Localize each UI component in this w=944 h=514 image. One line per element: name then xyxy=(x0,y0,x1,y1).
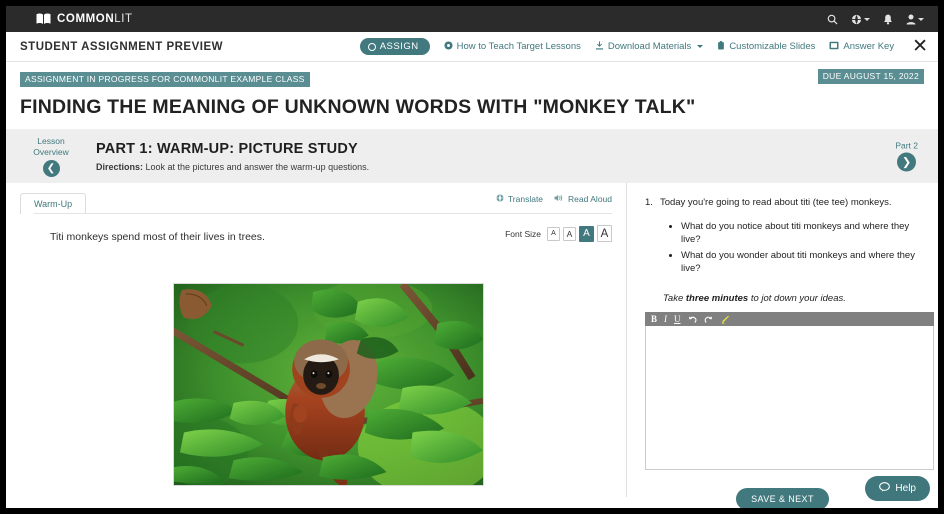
list-item: What do you wonder about titi monkeys an… xyxy=(681,249,924,275)
language-globe-icon[interactable] xyxy=(851,14,870,25)
tab-underline xyxy=(34,213,612,214)
list-item: What do you notice about titi monkeys an… xyxy=(681,220,924,246)
titi-monkey-photo xyxy=(173,283,484,486)
info-circle-icon xyxy=(444,40,453,53)
chevron-right-icon[interactable]: ❯ xyxy=(897,152,917,172)
global-header: COMMONLIT xyxy=(6,6,938,32)
lesson-overview-label-line2: Overview xyxy=(33,146,69,157)
part-directions: Directions: Look at the pictures and ans… xyxy=(96,162,369,172)
read-aloud-label: Read Aloud xyxy=(568,194,612,204)
underline-icon[interactable]: U xyxy=(674,314,681,324)
question-number: 1. xyxy=(645,197,653,208)
help-label: Help xyxy=(895,483,916,494)
note-prefix: Take xyxy=(663,293,686,304)
preview-title: STUDENT ASSIGNMENT PREVIEW xyxy=(20,40,223,53)
font-size-option-2[interactable]: A xyxy=(563,226,576,241)
reading-tools: Translate Read Aloud xyxy=(496,194,612,204)
page-title: FINDING THE MEANING OF UNKNOWN WORDS WIT… xyxy=(20,96,696,118)
answer-key-link[interactable]: Answer Key xyxy=(829,41,894,53)
font-size-control: Font Size A A A A xyxy=(505,225,612,242)
directions-text: Look at the pictures and answer the warm… xyxy=(143,161,370,172)
status-badge: ASSIGNMENT IN PROGRESS FOR COMMONLIT EXA… xyxy=(20,72,310,87)
answer-textarea[interactable] xyxy=(645,326,934,470)
app-window: COMMONLIT STUDENT ASSIGNMENT PREVIEW ASS… xyxy=(6,6,938,508)
highlighter-icon[interactable] xyxy=(720,315,730,324)
clipboard-icon xyxy=(717,40,725,53)
translate-button[interactable]: Translate xyxy=(496,194,543,204)
notifications-bell-icon[interactable] xyxy=(883,14,893,25)
answer-editor: B I U xyxy=(645,312,934,470)
italic-icon[interactable]: I xyxy=(664,314,667,324)
font-size-option-1[interactable]: A xyxy=(547,226,560,241)
chevron-down-icon xyxy=(918,17,924,21)
question-1: 1. Today you're going to read about titi… xyxy=(645,197,924,208)
assign-button-label: ASSIGN xyxy=(379,41,419,52)
question-bullet-list: What do you notice about titi monkeys an… xyxy=(681,220,924,275)
brand-light: LIT xyxy=(114,13,133,25)
lesson-body: Warm-Up Translate Read Aloud Font Size A… xyxy=(6,183,938,508)
download-icon xyxy=(595,40,604,53)
globe-icon xyxy=(496,194,504,204)
part-info: PART 1: WARM-UP: PICTURE STUDY Direction… xyxy=(96,141,369,172)
undo-icon[interactable] xyxy=(688,315,697,324)
customizable-slides-link[interactable]: Customizable Slides xyxy=(717,40,816,53)
question-text: Today you're going to read about titi (t… xyxy=(659,197,892,208)
note-suffix: to jot down your ideas. xyxy=(748,293,846,304)
lesson-overview-label-line1: Lesson xyxy=(37,135,65,146)
assign-dot-icon xyxy=(367,42,376,51)
preview-toolbar: STUDENT ASSIGNMENT PREVIEW ASSIGN How to… xyxy=(6,32,938,62)
assignment-header: ASSIGNMENT IN PROGRESS FOR COMMONLIT EXA… xyxy=(6,62,938,129)
question-pane: 1. Today you're going to read about titi… xyxy=(627,183,938,508)
translate-label: Translate xyxy=(507,194,544,204)
editor-toolbar: B I U xyxy=(645,312,934,326)
chat-bubble-icon xyxy=(879,482,891,495)
directions-label: Directions: xyxy=(96,161,144,172)
book-icon xyxy=(829,41,839,53)
next-part-label: Part 2 xyxy=(895,140,918,151)
due-date-badge: DUE AUGUST 15, 2022 xyxy=(817,69,924,84)
chevron-down-icon xyxy=(864,17,870,21)
close-preview-button[interactable]: ✕ xyxy=(912,37,928,56)
brand-name: COMMONLIT xyxy=(57,13,133,25)
book-logo-icon xyxy=(36,13,51,25)
answer-key-label: Answer Key xyxy=(843,41,895,52)
time-instruction: Take three minutes to jot down your idea… xyxy=(663,293,924,304)
font-size-option-4[interactable]: A xyxy=(597,225,612,242)
global-header-icons xyxy=(827,6,924,32)
brand-bold: COMMON xyxy=(57,13,115,25)
download-materials-label: Download Materials xyxy=(607,41,692,52)
read-aloud-button[interactable]: Read Aloud xyxy=(554,194,612,204)
font-size-label: Font Size xyxy=(505,228,541,239)
chevron-down-icon xyxy=(697,45,704,48)
part-title: PART 1: WARM-UP: PICTURE STUDY xyxy=(96,140,358,157)
lesson-overview-button[interactable]: Lesson Overview ❮ xyxy=(20,136,82,177)
assign-button[interactable]: ASSIGN xyxy=(359,38,430,55)
speaker-icon xyxy=(554,194,564,204)
how-to-teach-link[interactable]: How to Teach Target Lessons xyxy=(444,40,581,53)
search-icon[interactable] xyxy=(827,14,838,25)
help-widget-button[interactable]: Help xyxy=(865,476,930,501)
redo-icon[interactable] xyxy=(704,315,713,324)
user-account-icon[interactable] xyxy=(906,14,924,25)
save-and-next-button[interactable]: SAVE & NEXT xyxy=(736,488,829,508)
note-bold: three minutes xyxy=(685,293,749,304)
how-to-teach-label: How to Teach Target Lessons xyxy=(456,41,581,52)
chevron-left-icon[interactable]: ❮ xyxy=(42,159,60,177)
passage-text: Titi monkeys spend most of their lives i… xyxy=(50,231,265,243)
preview-toolbar-actions: ASSIGN How to Teach Target Lessons Downl… xyxy=(359,37,928,56)
question-block: 1. Today you're going to read about titi… xyxy=(627,183,938,304)
font-size-option-3[interactable]: A xyxy=(579,225,594,242)
commonlit-logo[interactable]: COMMONLIT xyxy=(36,13,133,25)
passage-tabs: Warm-Up Translate Read Aloud xyxy=(20,192,626,214)
customizable-slides-label: Customizable Slides xyxy=(729,41,816,52)
next-part-button[interactable]: Part 2 ❯ xyxy=(895,141,918,172)
passage-pane: Warm-Up Translate Read Aloud Font Size A… xyxy=(6,183,627,497)
tab-warm-up[interactable]: Warm-Up xyxy=(20,193,87,214)
tab-warm-up-label: Warm-Up xyxy=(34,199,73,209)
bold-icon[interactable]: B xyxy=(651,314,657,324)
download-materials-link[interactable]: Download Materials xyxy=(595,40,704,53)
photo-illustration xyxy=(174,284,483,485)
part-navigation-bar: Lesson Overview ❮ PART 1: WARM-UP: PICTU… xyxy=(6,129,938,183)
